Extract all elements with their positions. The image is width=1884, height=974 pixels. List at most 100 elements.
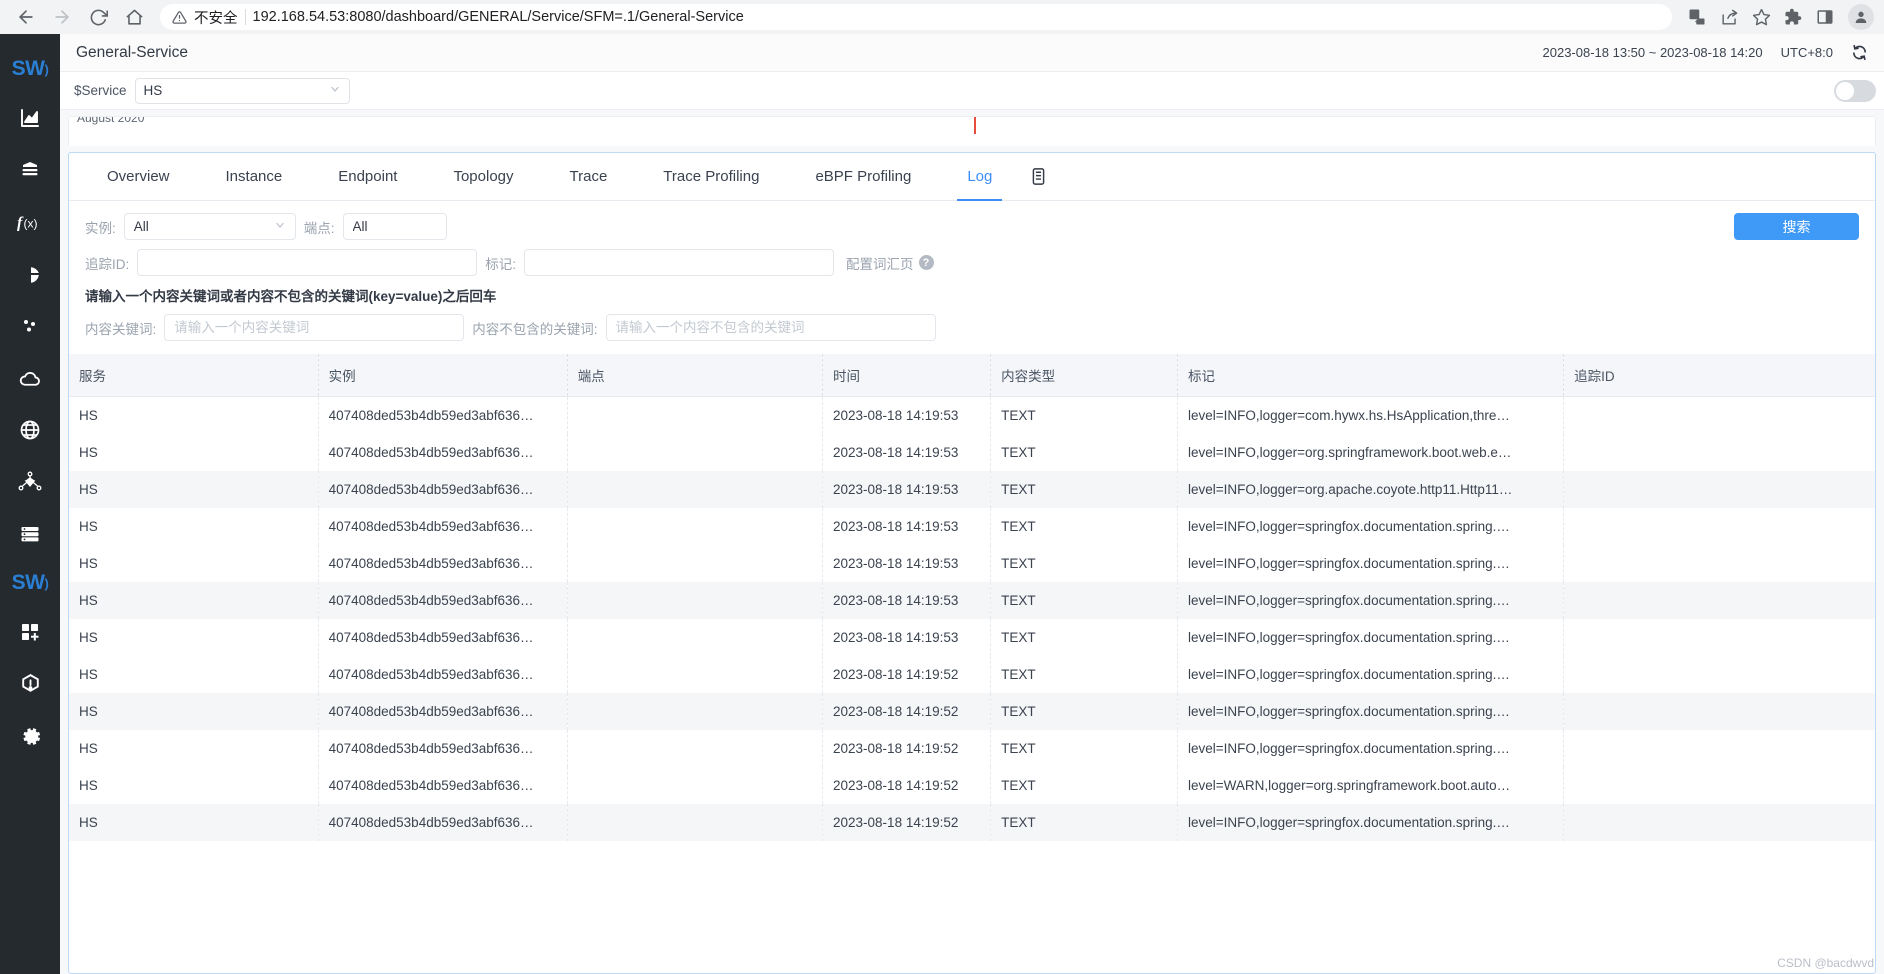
home-icon[interactable]	[118, 2, 150, 32]
endpoint-input[interactable]	[342, 213, 447, 240]
address-bar[interactable]: 不安全 192.168.54.53:8080/dashboard/GENERAL…	[160, 4, 1672, 30]
cell-time: 2023-08-18 14:19:52	[822, 767, 992, 804]
translate-icon[interactable]	[1682, 2, 1712, 32]
trace-id-input[interactable]	[137, 249, 478, 276]
logo-tail: )	[44, 61, 49, 77]
cell-service: HS	[69, 693, 319, 730]
cell-time: 2023-08-18 14:19:52	[822, 656, 992, 693]
sidebar-item-settings[interactable]	[0, 710, 60, 762]
profile-avatar-icon[interactable]	[1848, 4, 1874, 30]
col-endpoint: 端点	[567, 354, 824, 397]
skywalking-logo[interactable]: SW)	[0, 46, 60, 92]
table-row[interactable]: HS 407408ded53b4db59ed3abf636… 2023-08-18 …	[69, 545, 1875, 582]
table-row[interactable]: HS 407408ded53b4db59ed3abf636… 2023-08-18 …	[69, 693, 1875, 730]
table-row[interactable]: HS 407408ded53b4db59ed3abf636… 2023-08-18 …	[69, 730, 1875, 767]
exclude-keyword-input[interactable]	[605, 314, 936, 341]
skywalking-logo-icon: SW	[11, 571, 45, 594]
logo-text: SW	[11, 57, 45, 80]
tab-endpoint[interactable]: Endpoint	[310, 153, 425, 200]
col-service: 服务	[69, 354, 319, 397]
table-row[interactable]: HS 407408ded53b4db59ed3abf636… 2023-08-18 …	[69, 619, 1875, 656]
cell-endpoint	[567, 619, 824, 656]
cell-service: HS	[69, 471, 319, 508]
cell-trace-id	[1564, 656, 1875, 693]
cell-tags: level=WARN,logger=org.springframework.bo…	[1177, 767, 1565, 804]
instance-select[interactable]: All	[123, 213, 296, 240]
log-table-head: 服务 实例 端点 时间 内容类型 标记 追踪ID	[69, 354, 1875, 397]
cell-endpoint	[567, 545, 824, 582]
table-row[interactable]: HS 407408ded53b4db59ed3abf636… 2023-08-18 …	[69, 434, 1875, 471]
vocab-config-link[interactable]: 配置词汇页 ?	[846, 253, 934, 273]
sidebar-item-topology[interactable]	[0, 456, 60, 508]
left-sidebar: SW) f (x) SW)	[0, 34, 60, 974]
table-row[interactable]: HS 407408ded53b4db59ed3abf636… 2023-08-18 …	[69, 656, 1875, 693]
sidebar-item-function[interactable]: f (x)	[0, 196, 60, 248]
tab-log[interactable]: Log	[939, 153, 1020, 201]
table-row[interactable]: HS 407408ded53b4db59ed3abf636… 2023-08-18 …	[69, 804, 1875, 841]
extensions-icon[interactable]	[1778, 2, 1808, 32]
cell-endpoint	[567, 396, 824, 434]
keyword-input[interactable]	[164, 314, 465, 341]
sidebar-item-cloud[interactable]	[0, 352, 60, 404]
sidebar-item-globe[interactable]	[0, 404, 60, 456]
forward-arrow-icon[interactable]	[46, 2, 78, 32]
tab-topology[interactable]: Topology	[425, 153, 541, 200]
table-row[interactable]: HS 407408ded53b4db59ed3abf636… 2023-08-18 …	[69, 767, 1875, 804]
add-widget-icon	[18, 620, 42, 644]
cell-trace-id	[1564, 767, 1875, 804]
log-table: 服务 实例 端点 时间 内容类型 标记 追踪ID HS 407408ded53b4…	[69, 354, 1875, 841]
sidebar-item-dashboard[interactable]	[0, 92, 60, 144]
cell-content-type: TEXT	[990, 693, 1178, 730]
table-row[interactable]: HS 407408ded53b4db59ed3abf636… 2023-08-18 …	[69, 508, 1875, 545]
sidebar-item-alarm[interactable]	[0, 658, 60, 710]
table-row[interactable]: HS 407408ded53b4db59ed3abf636… 2023-08-18 …	[69, 396, 1875, 434]
cell-endpoint	[567, 471, 824, 508]
bookmark-star-icon[interactable]	[1746, 2, 1776, 32]
service-selector-bar: $Service HS	[60, 72, 1884, 110]
col-tags: 标记	[1177, 354, 1565, 397]
keyword-filter-label: 内容关键词:	[85, 321, 157, 337]
svg-text:(x): (x)	[24, 217, 38, 231]
sidebar-item-add-widget[interactable]	[0, 606, 60, 658]
tab-trace-profiling[interactable]: Trace Profiling	[635, 153, 787, 200]
cell-instance: 407408ded53b4db59ed3abf636…	[318, 619, 568, 656]
copy-icon[interactable]	[1020, 153, 1057, 200]
cell-trace-id	[1564, 508, 1875, 545]
sidebar-item-scatter[interactable]	[0, 300, 60, 352]
main-content: General-Service 2023-08-18 13:50 ~ 2023-…	[60, 34, 1884, 974]
cell-trace-id	[1564, 434, 1875, 471]
cell-service: HS	[69, 730, 319, 767]
search-button[interactable]: 搜索	[1734, 213, 1859, 240]
sidebar-item-skywalking[interactable]: SW)	[0, 560, 60, 606]
side-panel-icon[interactable]	[1810, 2, 1840, 32]
cell-tags: level=INFO,logger=org.apache.coyote.http…	[1177, 471, 1565, 508]
log-table-body: HS 407408ded53b4db59ed3abf636… 2023-08-18 …	[69, 396, 1875, 841]
share-icon[interactable]	[1714, 2, 1744, 32]
refresh-icon[interactable]	[1851, 44, 1868, 61]
reload-icon[interactable]	[82, 2, 114, 32]
help-question-icon[interactable]: ?	[918, 255, 934, 270]
edit-mode-toggle[interactable]	[1834, 79, 1876, 102]
cell-tags: level=INFO,logger=springfox.documentatio…	[1177, 804, 1565, 841]
tag-input[interactable]	[524, 249, 835, 276]
tab-instance[interactable]: Instance	[198, 153, 311, 200]
cell-time: 2023-08-18 14:19:53	[822, 545, 992, 582]
table-row[interactable]: HS 407408ded53b4db59ed3abf636… 2023-08-18 …	[69, 582, 1875, 619]
tab-ebpf-profiling[interactable]: eBPF Profiling	[787, 153, 939, 200]
table-row[interactable]: HS 407408ded53b4db59ed3abf636… 2023-08-18 …	[69, 471, 1875, 508]
cell-instance: 407408ded53b4db59ed3abf636…	[318, 545, 568, 582]
cell-content-type: TEXT	[990, 730, 1178, 767]
back-arrow-icon[interactable]	[10, 2, 42, 32]
service-select-value: HS	[143, 83, 163, 98]
service-select[interactable]: HS	[134, 77, 350, 104]
cell-instance: 407408ded53b4db59ed3abf636…	[318, 582, 568, 619]
filter-row-2: 追踪ID: 标记: 配置词汇页 ?	[85, 249, 1859, 276]
cell-time: 2023-08-18 14:19:52	[822, 730, 992, 767]
tab-trace[interactable]: Trace	[542, 153, 636, 200]
time-range-label[interactable]: 2023-08-18 13:50 ~ 2023-08-18 14:20	[1543, 45, 1763, 60]
sidebar-item-database[interactable]	[0, 144, 60, 196]
sidebar-item-pie[interactable]	[0, 248, 60, 300]
tab-overview[interactable]: Overview	[79, 153, 198, 200]
sidebar-item-server-list[interactable]	[0, 508, 60, 560]
page-title: General-Service	[76, 43, 188, 61]
